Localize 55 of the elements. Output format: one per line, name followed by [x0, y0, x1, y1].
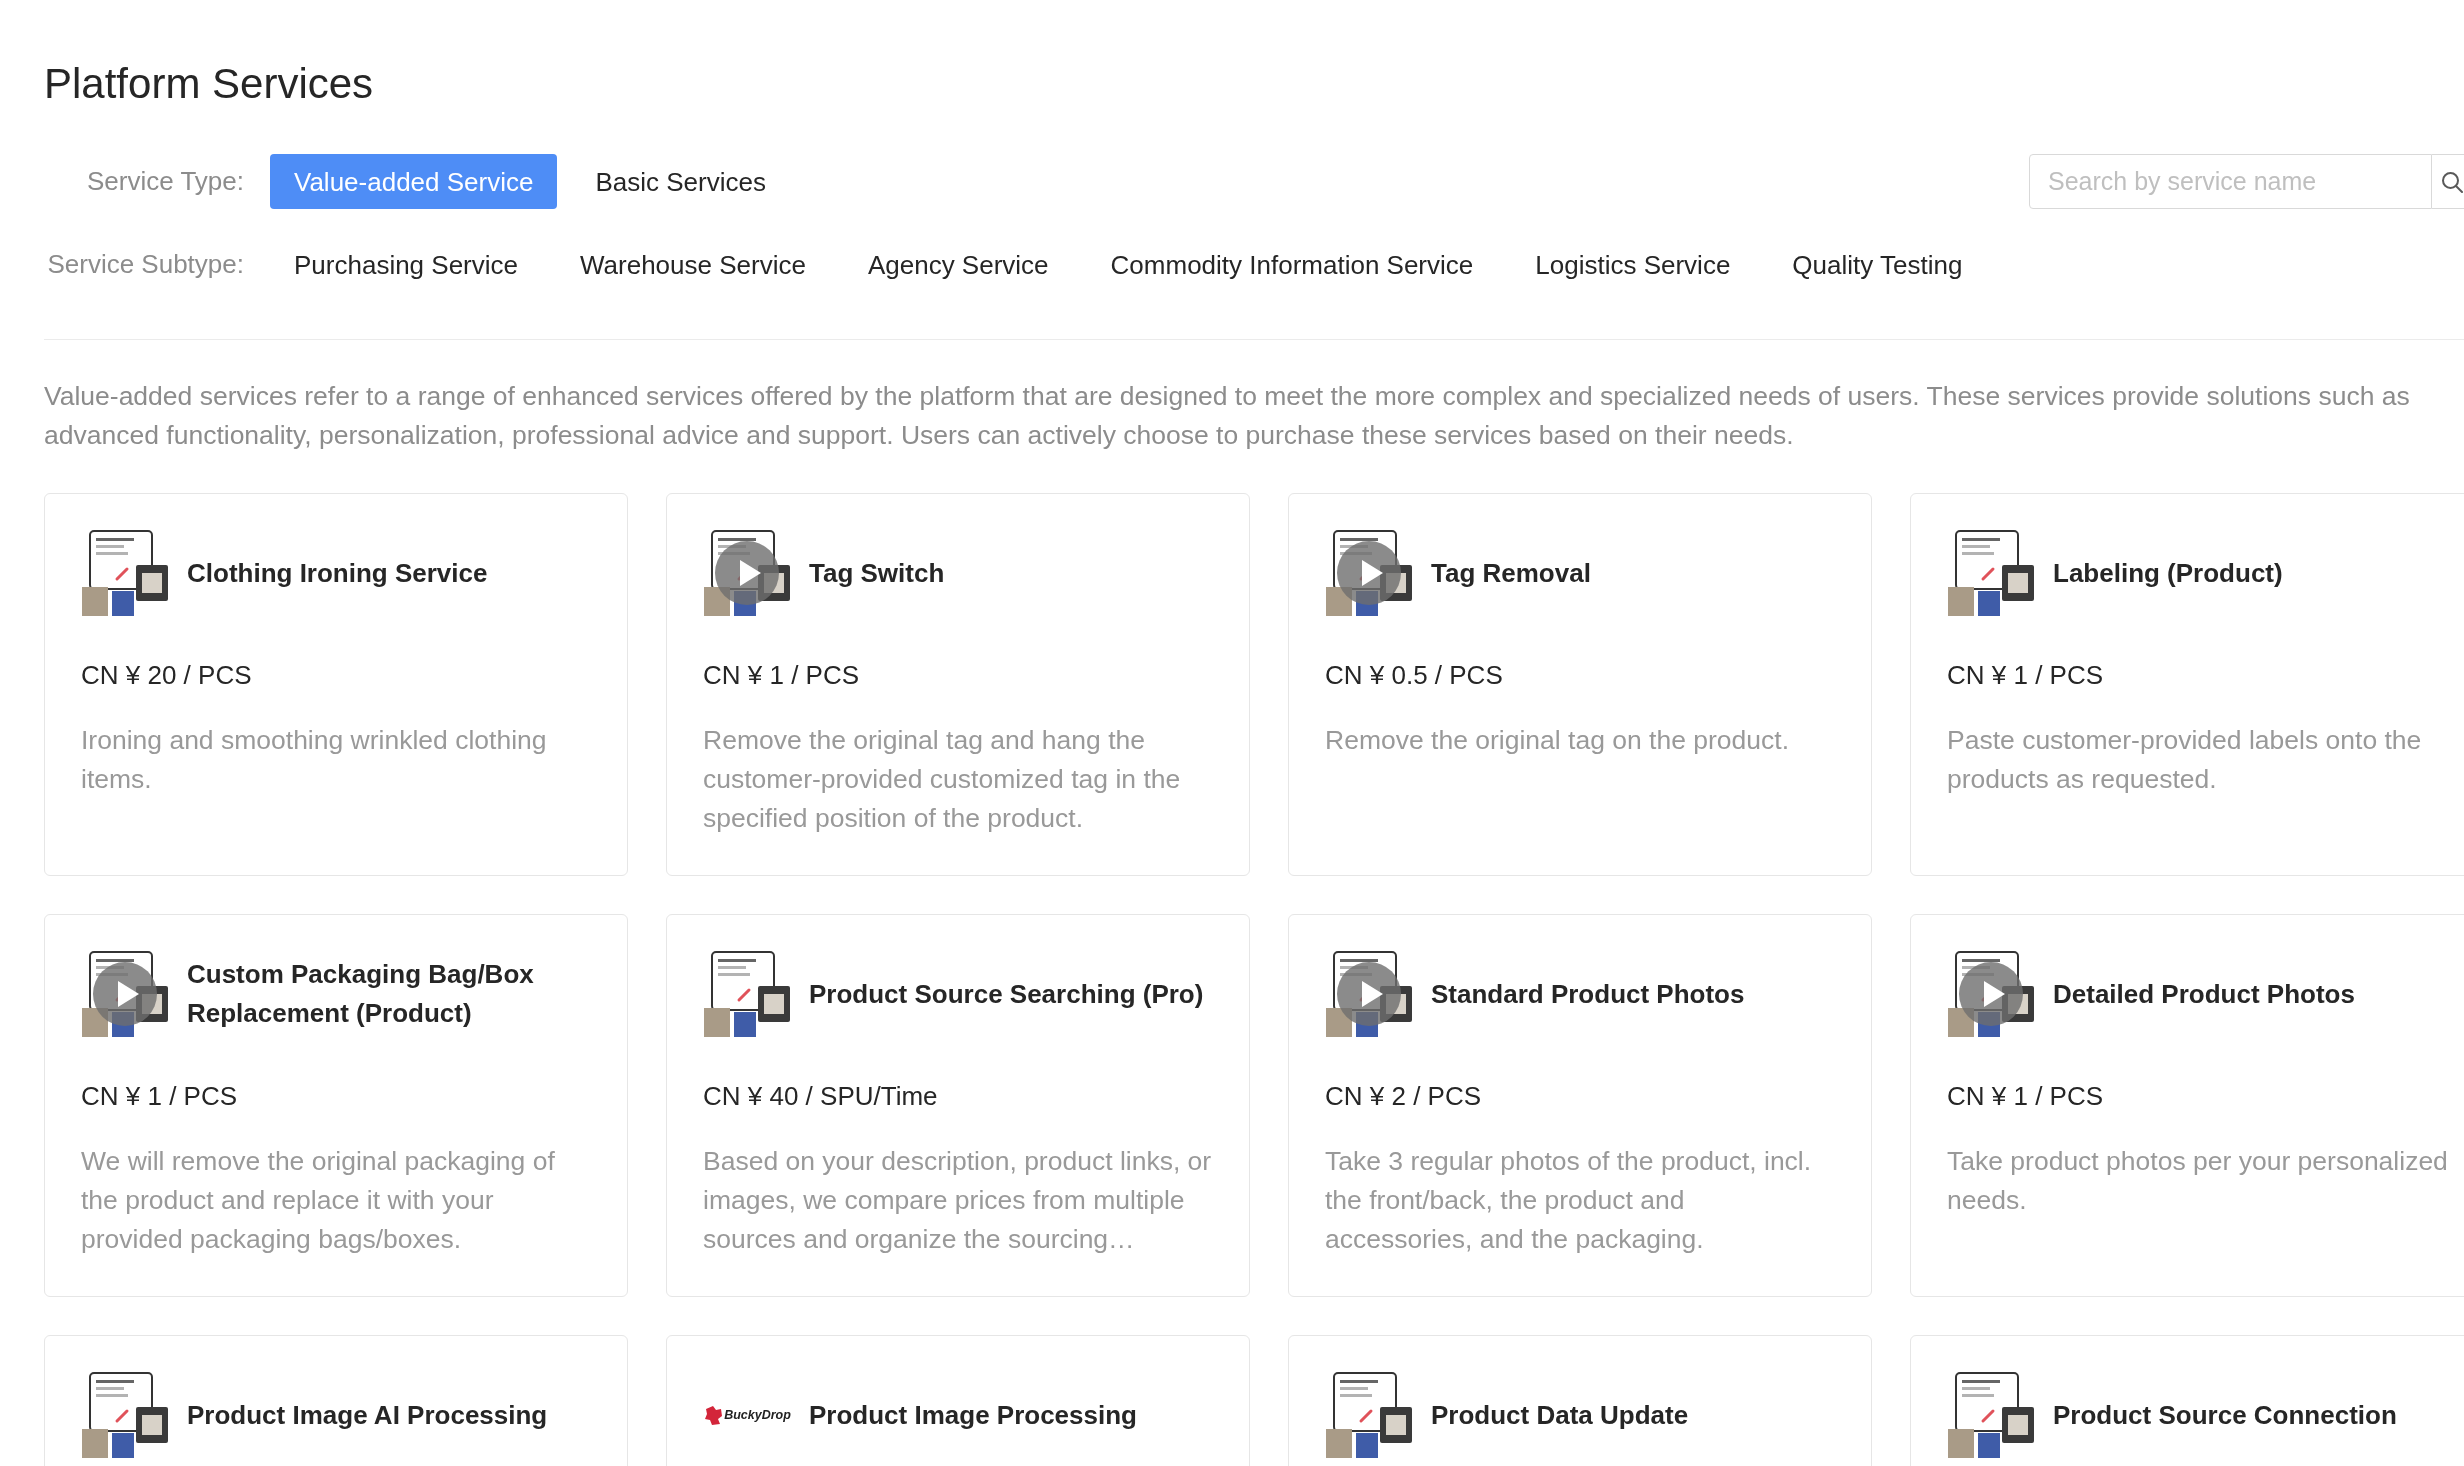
- service-subtype-tab[interactable]: Warehouse Service: [580, 248, 806, 281]
- filter-label: Service Type:: [85, 166, 244, 197]
- search-field[interactable]: Search by service name: [2029, 154, 2432, 209]
- service-card[interactable]: Tag Removal CN ¥ 0.5 / PCS Remove the original tag on the product.: [1288, 493, 1872, 876]
- service-card[interactable]: Product Data Update: [1288, 1335, 1872, 1466]
- service-type-description: Value-added services refer to a range of enhanced services offered by the platform that are designed to meet the more complex and specialized needs of users. These services provide solutions such as advanced functionality, personalization, professional advice and support. Users can actively choose to purchase these services based on their needs.: [44, 380, 2411, 452]
- service-title: Tag Switch: [809, 556, 945, 590]
- service-description: Paste customer-provided labels onto the products as requested.: [1947, 724, 2423, 796]
- service-card[interactable]: Product Image AI Processing: [44, 1335, 628, 1466]
- service-card[interactable]: Detailed Product Photos CN ¥ 1 / PCS Take product photos per your personalized needs.: [1910, 914, 2464, 1297]
- service-subtype-tab[interactable]: Quality Testing: [1792, 248, 1963, 281]
- service-title: Product Source Searching (Pro): [809, 977, 1204, 1011]
- service-description: Remove the original tag on the product.: [1325, 724, 1791, 757]
- service-card[interactable]: Standard Product Photos CN ¥ 2 / PCS Take 3 regular photos of the product, incl. the front/back, the product and accessories, and the packaging.: [1288, 914, 1872, 1297]
- service-subtype-tab[interactable]: Purchasing Service: [294, 248, 518, 281]
- service-description: Based on your description, product links, or images, we compare prices from multiple sources and organize the sourcing…: [703, 1145, 1213, 1256]
- service-card[interactable]: BuckyDrop Product Image Processing: [666, 1335, 1250, 1466]
- service-card[interactable]: Clothing Ironing Service CN ¥ 20 / PCS Ironing and smoothing wrinkled clothing items.: [44, 493, 628, 876]
- service-price: CN ¥ 1 / PCS: [1947, 1080, 2105, 1113]
- service-card[interactable]: Product Source Connection: [1910, 1335, 2464, 1466]
- service-subtype-tab[interactable]: Logistics Service: [1535, 248, 1731, 281]
- service-price: CN ¥ 1 / PCS: [1947, 659, 2105, 692]
- search-icon: [2441, 170, 2463, 193]
- service-description: Take product photos per your personalized needs.: [1947, 1145, 2449, 1217]
- service-title: Custom Packaging Bag/Box Replacement (Product): [187, 958, 535, 1030]
- service-price: CN ¥ 40 / SPU/Time: [703, 1080, 939, 1113]
- service-price: CN ¥ 1 / PCS: [703, 659, 861, 692]
- service-price: CN ¥ 2 / PCS: [1325, 1080, 1483, 1113]
- service-card[interactable]: Tag Switch CN ¥ 1 / PCS Remove the original tag and hang the customer-provided customized tag in the specified position of the product.: [666, 493, 1250, 876]
- service-title: Standard Product Photos: [1431, 977, 1745, 1011]
- service-subtype-tab[interactable]: Commodity Information Service: [1110, 248, 1474, 281]
- service-description: Take 3 regular photos of the product, incl. the front/back, the product and accessories, and the packaging.: [1325, 1145, 1813, 1256]
- logo-mark-icon: [703, 1404, 724, 1426]
- service-description: We will remove the original packaging of the product and replace it with your provided packaging bags/boxes.: [81, 1145, 556, 1256]
- service-card[interactable]: Product Source Searching (Pro) CN ¥ 40 / SPU/Time Based on your description, product links, or images, we compare prices from multiple sources and organize the sourcing…: [666, 914, 1250, 1297]
- service-description: Remove the original tag and hang the customer-provided customized tag in the specified position of the product.: [703, 724, 1182, 835]
- service-type-tab[interactable]: Basic Services: [595, 165, 766, 198]
- filter-label: Service Subtype:: [46, 249, 244, 280]
- service-title: Product Data Update: [1431, 1398, 1689, 1432]
- service-title: Labeling (Product): [2053, 556, 2283, 590]
- service-subtype-tab[interactable]: Agency Service: [867, 248, 1049, 281]
- service-title: Product Image Processing: [809, 1398, 1137, 1432]
- service-price: CN ¥ 0.5 / PCS: [1325, 659, 1504, 692]
- brand-name: BuckyDrop: [724, 1408, 791, 1422]
- service-title: Detailed Product Photos: [2053, 977, 2355, 1011]
- service-price: CN ¥ 20 / PCS: [81, 659, 253, 692]
- page-title: Platform Services: [44, 60, 375, 108]
- service-card[interactable]: Labeling (Product) CN ¥ 1 / PCS Paste customer-provided labels onto the products as requested.: [1910, 493, 2464, 876]
- service-title: Product Image AI Processing: [187, 1398, 548, 1432]
- service-description: Ironing and smoothing wrinkled clothing items.: [81, 724, 548, 796]
- service-price: CN ¥ 1 / PCS: [81, 1080, 239, 1113]
- service-title: Clothing Ironing Service: [187, 556, 488, 590]
- service-title: Product Source Connection: [2053, 1398, 2397, 1432]
- service-card[interactable]: Custom Packaging Bag/Box Replacement (Product) CN ¥ 1 / PCS We will remove the original packaging of the product and replace it with your provided packaging bags/boxes.: [44, 914, 628, 1297]
- service-title: Tag Removal: [1431, 556, 1591, 590]
